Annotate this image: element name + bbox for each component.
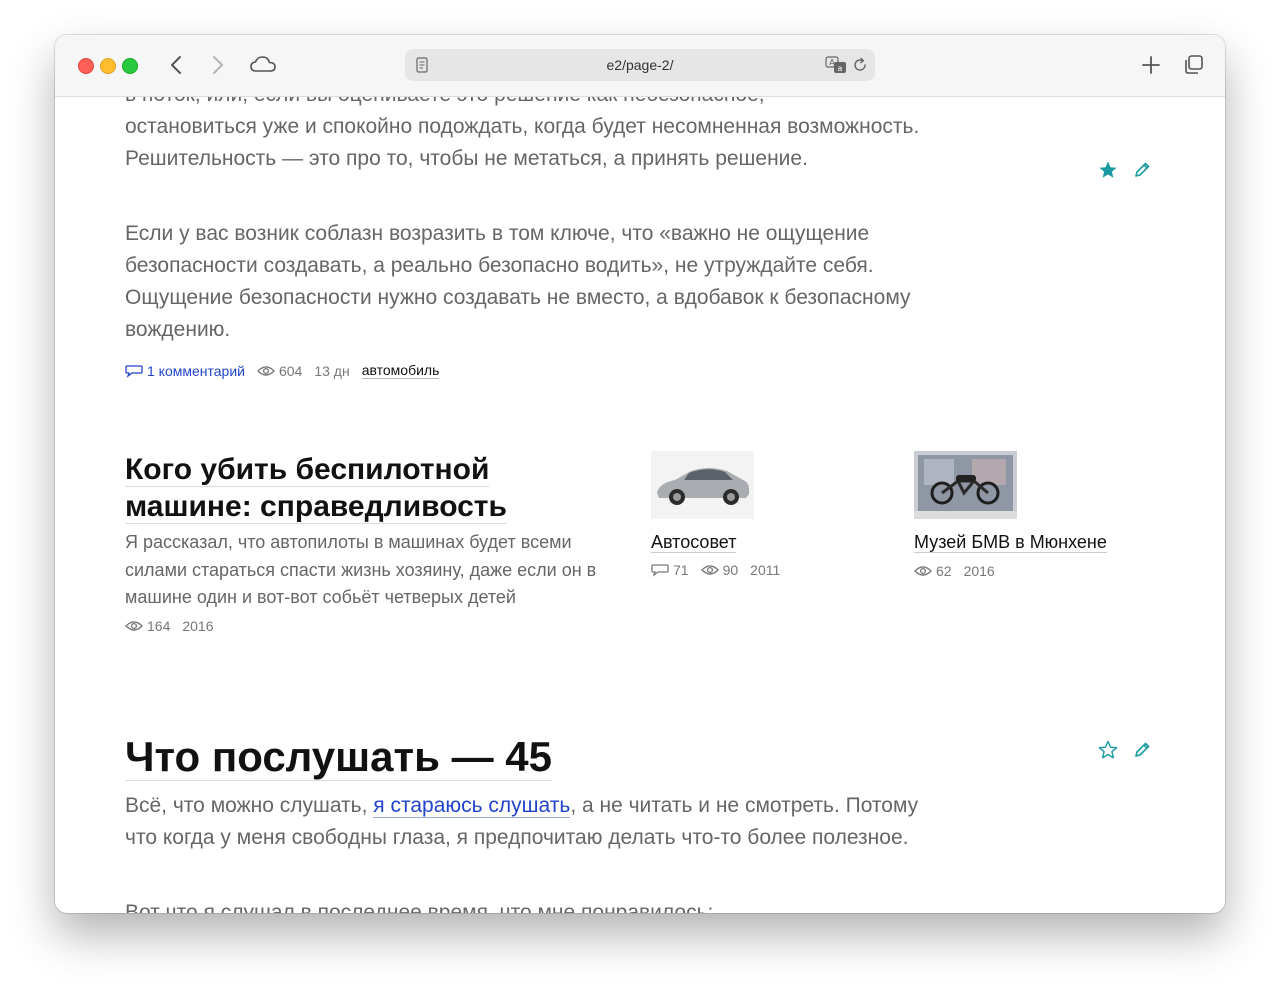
year: 2016 bbox=[182, 618, 214, 634]
star-filled-icon[interactable] bbox=[1098, 160, 1118, 180]
post-title[interactable]: Что послушать — 45 bbox=[125, 731, 552, 783]
svg-text:a: a bbox=[838, 64, 843, 73]
browser-window: в поток, или, если вы оцениваете это реш… bbox=[55, 35, 1225, 913]
related-main-title[interactable]: Кого убить беспилотной машине: справедли… bbox=[125, 451, 555, 525]
reload-icon[interactable] bbox=[852, 57, 868, 73]
post-intro: Всё, что можно слушать, я стараюсь слуша… bbox=[125, 794, 919, 849]
related-item-title[interactable]: Автосовет bbox=[651, 532, 737, 553]
eye-icon bbox=[125, 620, 143, 632]
related-item-meta: 71 90 2011 bbox=[651, 562, 780, 578]
year: 2011 bbox=[750, 562, 781, 578]
forward-icon[interactable] bbox=[207, 53, 227, 77]
post-age: 13 дн bbox=[314, 362, 350, 379]
tabs-overview-icon[interactable] bbox=[1182, 53, 1204, 77]
related-item-meta: 62 2016 bbox=[914, 563, 995, 579]
speech-bubble-icon bbox=[651, 563, 669, 577]
views-count: 164 bbox=[147, 618, 171, 634]
speech-bubble-icon bbox=[125, 364, 143, 378]
translate-icon[interactable]: A a bbox=[825, 56, 847, 74]
new-tab-icon[interactable] bbox=[1141, 53, 1161, 77]
zoom-window-button[interactable] bbox=[122, 58, 138, 74]
tag-link[interactable]: автомобиль bbox=[361, 362, 440, 379]
url-text: e2/page-2/ bbox=[606, 57, 674, 73]
comments-count: 71 bbox=[673, 562, 689, 578]
views-count: 90 bbox=[722, 562, 739, 578]
motorcycle-thumbnail[interactable] bbox=[914, 451, 1017, 519]
related-main-description: Я рассказал, что автопилоты в машинах бу… bbox=[125, 532, 597, 607]
related-main-meta: 164 2016 bbox=[125, 618, 214, 634]
post-paragraph: Если у вас возник соблазн возразить в то… bbox=[125, 222, 911, 341]
related-item-title[interactable]: Музей БМВ в Мюнхене bbox=[914, 532, 1107, 553]
intro-link[interactable]: я стараюсь слушать bbox=[373, 794, 571, 818]
views-count: 604 bbox=[278, 362, 303, 379]
browser-toolbar: e2/page-2/ A a bbox=[55, 35, 1225, 97]
post-meta: 1 комментарий 604 13 дн автомобиль bbox=[125, 362, 440, 379]
post-partial-line: Вот что я слушал в последнее время, что … bbox=[125, 901, 714, 913]
back-icon[interactable] bbox=[167, 53, 187, 77]
cloud-icon[interactable] bbox=[249, 53, 277, 77]
post-paragraph: остановиться уже и спокойно подождать, к… bbox=[125, 115, 920, 170]
views-count: 62 bbox=[936, 563, 952, 579]
star-outline-icon[interactable] bbox=[1098, 740, 1118, 760]
page-content: в поток, или, если вы оцениваете это реш… bbox=[55, 35, 1225, 913]
year: 2016 bbox=[963, 563, 995, 579]
comments-label: 1 комментарий bbox=[147, 362, 245, 379]
eye-icon bbox=[914, 565, 932, 577]
eye-icon bbox=[700, 564, 719, 576]
address-bar[interactable]: e2/page-2/ A a bbox=[405, 49, 875, 81]
comments-link[interactable]: 1 комментарий bbox=[125, 363, 245, 379]
pencil-icon[interactable] bbox=[1132, 160, 1152, 180]
minimize-window-button[interactable] bbox=[100, 58, 116, 74]
pencil-icon[interactable] bbox=[1132, 740, 1152, 760]
close-window-button[interactable] bbox=[78, 58, 94, 74]
car-thumbnail[interactable] bbox=[651, 451, 754, 519]
eye-icon bbox=[257, 365, 275, 377]
